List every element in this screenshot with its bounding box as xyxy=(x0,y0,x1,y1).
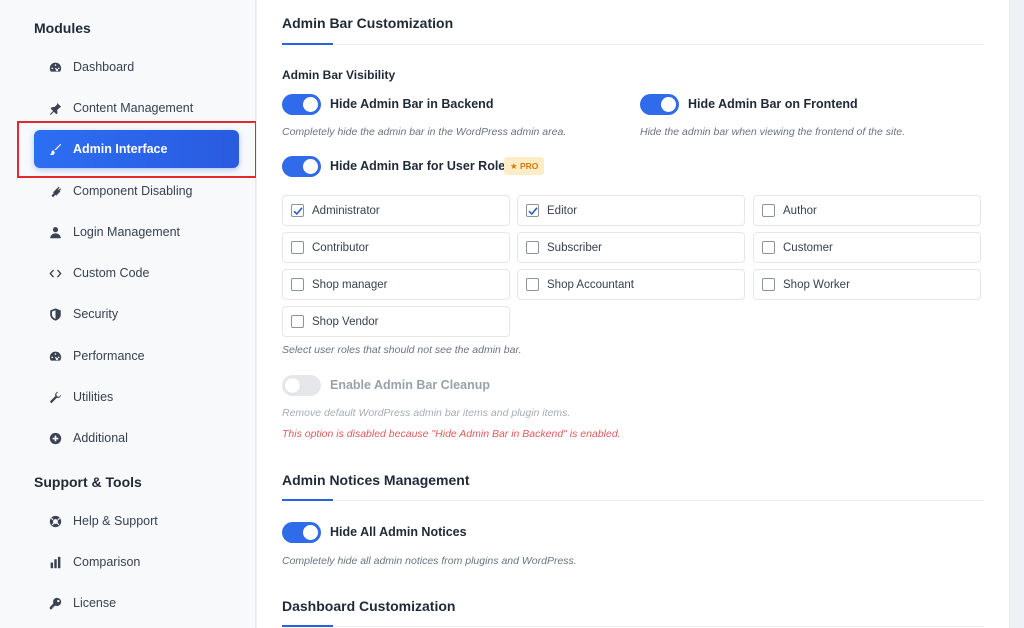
role-label: Shop Vendor xyxy=(312,315,379,328)
checkbox[interactable] xyxy=(526,241,539,254)
sidebar-item-label: Comparison xyxy=(73,555,141,569)
role-label: Shop Worker xyxy=(783,278,850,291)
sidebar-item-label: License xyxy=(73,596,117,610)
role-contributor[interactable]: Contributor xyxy=(282,232,510,263)
hide-notices-label: Hide All Admin Notices xyxy=(330,525,467,539)
sidebar: Modules Dashboard Content Management Adm… xyxy=(0,0,256,628)
key-icon xyxy=(48,596,62,610)
pro-badge: ★ PRO xyxy=(504,157,545,175)
sidebar-item-license[interactable]: License xyxy=(34,584,239,622)
sidebar-item-label: Component Disabling xyxy=(73,184,193,198)
sidebar-item-label: Additional xyxy=(73,431,128,445)
role-label: Contributor xyxy=(312,241,369,254)
dashboard-section-title: Dashboard Customization xyxy=(282,598,456,614)
section-accent xyxy=(282,43,333,45)
sidebar-item-utilities[interactable]: Utilities xyxy=(34,378,239,416)
hide-roles-toggle[interactable] xyxy=(282,156,321,177)
hide-frontend-desc: Hide the admin bar when viewing the fron… xyxy=(640,126,905,138)
scrollbar-track[interactable] xyxy=(1010,0,1024,628)
support-section-title: Support & Tools xyxy=(34,474,142,490)
role-label: Shop manager xyxy=(312,278,388,291)
shield-icon xyxy=(48,307,62,321)
sidebar-item-custom-code[interactable]: Custom Code xyxy=(34,254,239,292)
checkbox[interactable] xyxy=(291,241,304,254)
gauge-icon xyxy=(48,60,62,74)
cleanup-desc: Remove default WordPress admin bar items… xyxy=(282,407,571,419)
plus-circle-icon xyxy=(48,431,62,445)
hide-roles-label: Hide Admin Bar for User Roles xyxy=(330,159,513,173)
role-label: Editor xyxy=(547,204,578,217)
role-shop-vendor[interactable]: Shop Vendor xyxy=(282,306,510,337)
checkbox[interactable] xyxy=(762,278,775,291)
sidebar-item-dashboard[interactable]: Dashboard xyxy=(34,48,239,86)
checkbox[interactable] xyxy=(291,204,304,217)
admin-bar-section-title: Admin Bar Customization xyxy=(282,15,454,31)
sidebar-item-label: Custom Code xyxy=(73,266,150,280)
cleanup-warning: This option is disabled because "Hide Ad… xyxy=(282,428,621,440)
role-author[interactable]: Author xyxy=(753,195,981,226)
role-customer[interactable]: Customer xyxy=(753,232,981,263)
checkbox[interactable] xyxy=(291,278,304,291)
plug-icon xyxy=(48,184,62,198)
hide-backend-toggle[interactable] xyxy=(282,94,321,115)
role-label: Author xyxy=(783,204,817,217)
code-icon xyxy=(48,266,62,280)
user-icon xyxy=(48,225,62,239)
visibility-label: Admin Bar Visibility xyxy=(282,68,396,82)
hide-frontend-toggle[interactable] xyxy=(640,94,679,115)
role-shop-manager[interactable]: Shop manager xyxy=(282,269,510,300)
role-shop-worker[interactable]: Shop Worker xyxy=(753,269,981,300)
role-label: Customer xyxy=(783,241,833,254)
bar-chart-icon xyxy=(48,555,62,569)
sidebar-item-label: Security xyxy=(73,307,119,321)
section-divider xyxy=(282,626,984,627)
checkbox[interactable] xyxy=(526,278,539,291)
notices-section-title: Admin Notices Management xyxy=(282,472,470,488)
role-label: Shop Accountant xyxy=(547,278,634,291)
sidebar-item-security[interactable]: Security xyxy=(34,295,239,333)
lifebuoy-icon xyxy=(48,514,62,528)
section-divider xyxy=(282,44,984,45)
sidebar-item-label: Login Management xyxy=(73,225,181,239)
sidebar-item-label: Utilities xyxy=(73,390,114,404)
sidebar-item-additional[interactable]: Additional xyxy=(34,419,239,457)
cleanup-toggle[interactable] xyxy=(282,375,321,396)
role-administrator[interactable]: Administrator xyxy=(282,195,510,226)
gauge-icon xyxy=(48,349,62,363)
main-panel: Admin Bar Customization Admin Bar Visibi… xyxy=(257,0,1009,628)
pin-icon xyxy=(48,101,62,115)
sidebar-item-label: Dashboard xyxy=(73,60,135,74)
hide-notices-desc: Completely hide all admin notices from p… xyxy=(282,555,577,567)
sidebar-item-performance[interactable]: Performance xyxy=(34,337,239,375)
sidebar-item-login-management[interactable]: Login Management xyxy=(34,213,239,251)
hide-frontend-label: Hide Admin Bar on Frontend xyxy=(688,97,858,111)
sidebar-item-label: Content Management xyxy=(73,101,194,115)
checkbox[interactable] xyxy=(762,204,775,217)
hide-backend-label: Hide Admin Bar in Backend xyxy=(330,97,494,111)
role-label: Subscriber xyxy=(547,241,602,254)
role-editor[interactable]: Editor xyxy=(517,195,745,226)
wrench-icon xyxy=(48,390,62,404)
hide-backend-desc: Completely hide the admin bar in the Wor… xyxy=(282,126,567,138)
role-subscriber[interactable]: Subscriber xyxy=(517,232,745,263)
sidebar-item-label: Performance xyxy=(73,349,145,363)
sidebar-item-label: Help & Support xyxy=(73,514,158,528)
roles-desc: Select user roles that should not see th… xyxy=(282,344,522,356)
checkbox[interactable] xyxy=(291,315,304,328)
sidebar-item-comparison[interactable]: Comparison xyxy=(34,543,239,581)
role-shop-accountant[interactable]: Shop Accountant xyxy=(517,269,745,300)
modules-section-title: Modules xyxy=(34,20,91,36)
section-accent xyxy=(282,499,333,501)
role-label: Administrator xyxy=(312,204,380,217)
section-accent xyxy=(282,625,333,627)
highlight-annotation xyxy=(17,121,257,178)
checkbox[interactable] xyxy=(762,241,775,254)
section-divider xyxy=(282,500,984,501)
cleanup-label: Enable Admin Bar Cleanup xyxy=(330,378,490,392)
checkbox[interactable] xyxy=(526,204,539,217)
sidebar-item-help-support[interactable]: Help & Support xyxy=(34,502,239,540)
hide-notices-toggle[interactable] xyxy=(282,522,321,543)
